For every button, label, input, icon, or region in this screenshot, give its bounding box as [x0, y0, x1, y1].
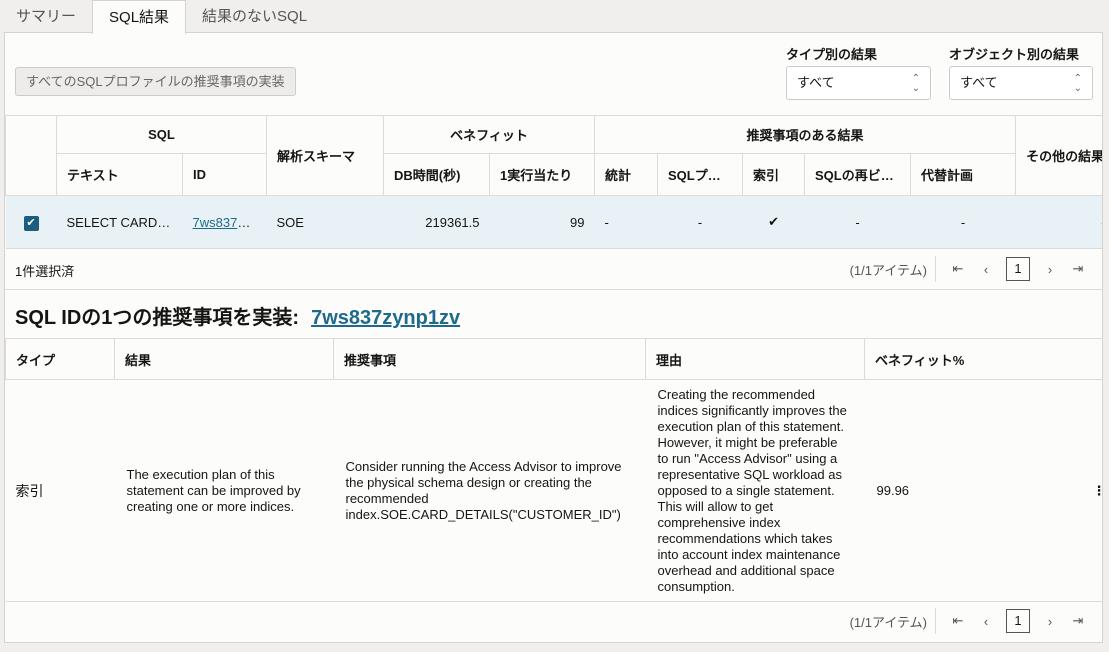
header-sql-restructure[interactable]: SQLの再ビルド — [804, 153, 912, 196]
header-text[interactable]: テキスト — [56, 153, 183, 196]
type-filter-select[interactable]: すべて ⌃ ⌄ — [786, 66, 931, 100]
sql-profile: - — [657, 195, 743, 249]
sql-restructure: - — [804, 195, 911, 249]
tab-summary[interactable]: サマリー — [0, 0, 92, 33]
header-sql-profile[interactable]: SQLプロファイル — [657, 153, 744, 196]
sql-id-link[interactable]: 7ws837zynp1zv — [193, 215, 267, 230]
last-page-icon[interactable]: ⇥ — [1064, 613, 1092, 629]
detail-sql-id-link[interactable]: 7ws837zynp1zv — [311, 307, 460, 329]
header-db-time[interactable]: DB時間(秒) — [383, 153, 491, 196]
table-row[interactable]: ✔ SELECT CARD_DETAILS 7ws837zynp1zv SOE … — [5, 195, 1102, 249]
detail-title: SQL IDの1つの推奨事項を実装: 7ws837zynp1zv — [15, 301, 460, 330]
header-findings-with-recommendations: 推奨事項のある結果 — [594, 115, 1017, 154]
type-filter-label: タイプ別の結果 — [786, 47, 878, 62]
header-sql: SQL — [55, 115, 268, 154]
selection-status: 1件選択済 — [15, 264, 75, 279]
prev-page-icon[interactable]: ‹ — [972, 262, 1000, 277]
detail-title-text: SQL IDの1つの推奨事項を実装: — [15, 307, 300, 329]
object-filter-select[interactable]: すべて ⌃ ⌄ — [949, 66, 1093, 100]
tab-bar: サマリー SQL結果 結果のないSQL — [0, 0, 323, 34]
row-checkbox[interactable]: ✔ — [23, 215, 39, 231]
header-alternative-plan[interactable]: 代替計画 — [910, 153, 1017, 196]
updown-chevron-icon: ⌃ ⌄ — [1073, 73, 1082, 94]
sql-text: SELECT CARD_DETAILS — [56, 195, 183, 249]
pagination-summary: (1/1アイテム) — [849, 614, 927, 630]
rec-rationale: Creating the recommended indices signifi… — [645, 379, 865, 602]
results-footer: 1件選択済 (1/1アイテム) ⇤ ‹ 1 › ⇥ — [5, 248, 1102, 290]
db-time: 219361.5 — [383, 195, 490, 249]
object-filter-label: オブジェクト別の結果 — [949, 47, 1080, 62]
next-page-icon[interactable]: › — [1036, 614, 1064, 629]
recommendations-table: タイプ 結果 推奨事項 理由 ベネフィット% 索引 The execution … — [5, 338, 1102, 602]
header-index[interactable]: 索引 — [742, 153, 806, 196]
header-finding[interactable]: 結果 — [114, 338, 334, 380]
next-page-icon[interactable]: › — [1036, 262, 1064, 277]
rec-type: 索引 — [5, 379, 115, 602]
more-actions-icon[interactable]: ⋮ — [1092, 379, 1102, 602]
page-number-input[interactable]: 1 — [1006, 609, 1030, 633]
pagination-summary: (1/1アイテム) — [849, 262, 927, 278]
pagination-bottom: (1/1アイテム) ⇤ ‹ 1 › ⇥ — [850, 608, 1092, 634]
rec-recommendation: Consider running the Access Advisor to i… — [333, 379, 646, 602]
first-page-icon[interactable]: ⇤ — [944, 261, 972, 277]
index-check-icon: ✔ — [742, 195, 805, 249]
rec-finding: The execution plan of this statement can… — [114, 379, 334, 602]
other-findings: - — [1015, 195, 1102, 249]
pagination: (1/1アイテム) ⇤ ‹ 1 › ⇥ — [850, 256, 1092, 282]
prev-page-icon[interactable]: ‹ — [972, 614, 1000, 629]
header-type[interactable]: タイプ — [5, 338, 115, 380]
last-page-icon[interactable]: ⇥ — [1064, 261, 1092, 277]
header-id[interactable]: ID — [181, 153, 268, 196]
sql-results-table: SQL 解析スキーマ ベネフィット 推奨事項のある結果 その他の結果 テキスト … — [5, 115, 1102, 249]
recommendations-footer: (1/1アイテム) ⇤ ‹ 1 › ⇥ — [5, 600, 1102, 642]
select-column-header — [5, 115, 57, 196]
header-benefit: ベネフィット — [383, 115, 596, 154]
schema: SOE — [266, 195, 384, 249]
header-recommendation[interactable]: 推奨事項 — [333, 338, 646, 380]
rec-benefit: 99.96 — [864, 379, 1093, 602]
implement-all-sql-profiles-button[interactable]: すべてのSQLプロファイルの推奨事項の実装 — [15, 67, 296, 96]
updown-chevron-icon: ⌃ ⌄ — [911, 73, 920, 94]
header-schema[interactable]: 解析スキーマ — [266, 115, 385, 196]
header-rationale[interactable]: 理由 — [645, 338, 865, 380]
header-other-findings[interactable]: その他の結果 — [1015, 115, 1102, 196]
statistics: - — [594, 195, 658, 249]
tab-sql-without-results[interactable]: 結果のないSQL — [186, 0, 323, 33]
header-statistics[interactable]: 統計 — [594, 153, 659, 196]
table-row: 索引 The execution plan of this statement … — [5, 379, 1102, 602]
first-page-icon[interactable]: ⇤ — [944, 613, 972, 629]
results-panel: すべてのSQLプロファイルの推奨事項の実装 タイプ別の結果 すべて ⌃ ⌄ オブジェ… — [4, 32, 1103, 643]
type-filter-value: すべて — [797, 75, 835, 90]
alternative-plan: - — [910, 195, 1016, 249]
tab-sql-results[interactable]: SQL結果 — [92, 0, 187, 34]
per-execution: 99 — [489, 195, 595, 249]
object-filter-value: すべて — [960, 75, 998, 90]
page-number-input[interactable]: 1 — [1006, 257, 1030, 281]
header-per-execution[interactable]: 1実行当たり — [489, 153, 596, 196]
header-benefit-percent[interactable]: ベネフィット% — [864, 338, 1102, 380]
